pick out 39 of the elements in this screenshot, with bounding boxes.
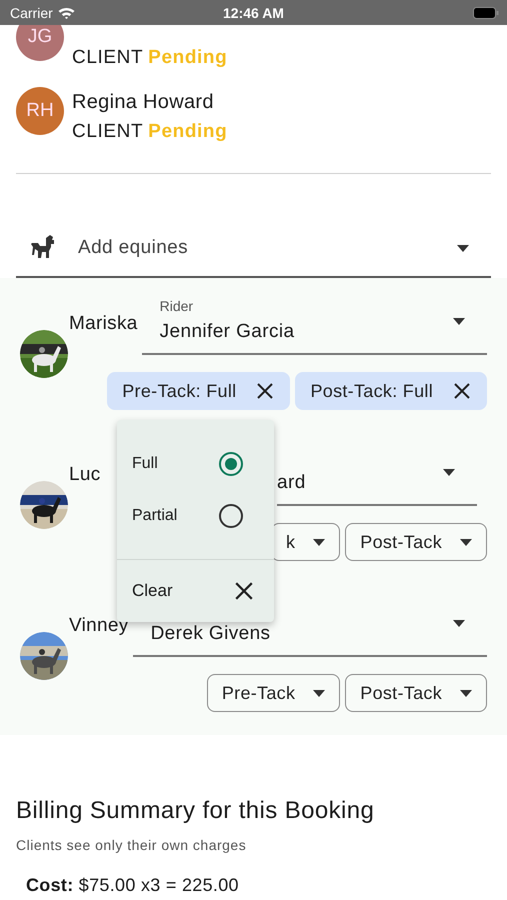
- field-value: Derek Givens: [150, 623, 272, 645]
- horse-name: Luc: [69, 463, 101, 487]
- caret-icon: [453, 318, 465, 325]
- horse-name: Mariska: [69, 312, 138, 336]
- caret-icon: [460, 538, 472, 546]
- field-value: Jennifer Garcia: [160, 321, 296, 343]
- radio-button[interactable]: [218, 450, 244, 477]
- role-label: CLIENT: [72, 46, 144, 70]
- dropdown-chip[interactable]: Post-Tack: [345, 523, 487, 561]
- radio-button[interactable]: [218, 502, 244, 529]
- status-label: Pending: [148, 120, 228, 144]
- rider-field[interactable]: ard: [277, 447, 477, 506]
- role-label: CLIENT: [72, 120, 144, 144]
- avatar: RH: [16, 87, 64, 135]
- cost-text: Cost: $75.00 x3 = 225.00: [25, 875, 240, 896]
- field-label: Rider: [160, 298, 194, 314]
- caret-icon: [443, 469, 455, 476]
- dropdown-chip[interactable]: Pre-Tack: [206, 674, 340, 712]
- close-icon[interactable]: [256, 382, 274, 400]
- filter-chip[interactable]: Post-Tack: Full: [295, 372, 487, 410]
- status-label: Pending: [148, 46, 228, 70]
- close-icon[interactable]: [234, 580, 254, 601]
- filter-chip[interactable]: Pre-Tack: Full: [107, 372, 290, 410]
- client-name: Regina Howard: [72, 90, 215, 115]
- menu-option[interactable]: Full: [117, 438, 274, 490]
- close-icon[interactable]: [453, 382, 471, 400]
- caret-icon: [460, 690, 472, 696]
- section-subtitle: Clients see only their own charges: [16, 837, 248, 853]
- rider-field[interactable]: Rider Jennifer Garcia: [142, 296, 487, 355]
- section-title: Billing Summary for this Booking: [16, 797, 376, 825]
- wifi-icon: [58, 6, 75, 18]
- caret-icon: [457, 244, 469, 252]
- dropdown-chip[interactable]: Post-Tack: [345, 674, 487, 712]
- clock: 12:46 AM: [223, 4, 284, 20]
- caret-icon: [313, 538, 326, 546]
- battery-icon: [473, 6, 499, 18]
- caret-icon: [313, 690, 326, 696]
- caret-icon: [453, 620, 465, 627]
- field-value: ard: [277, 472, 307, 494]
